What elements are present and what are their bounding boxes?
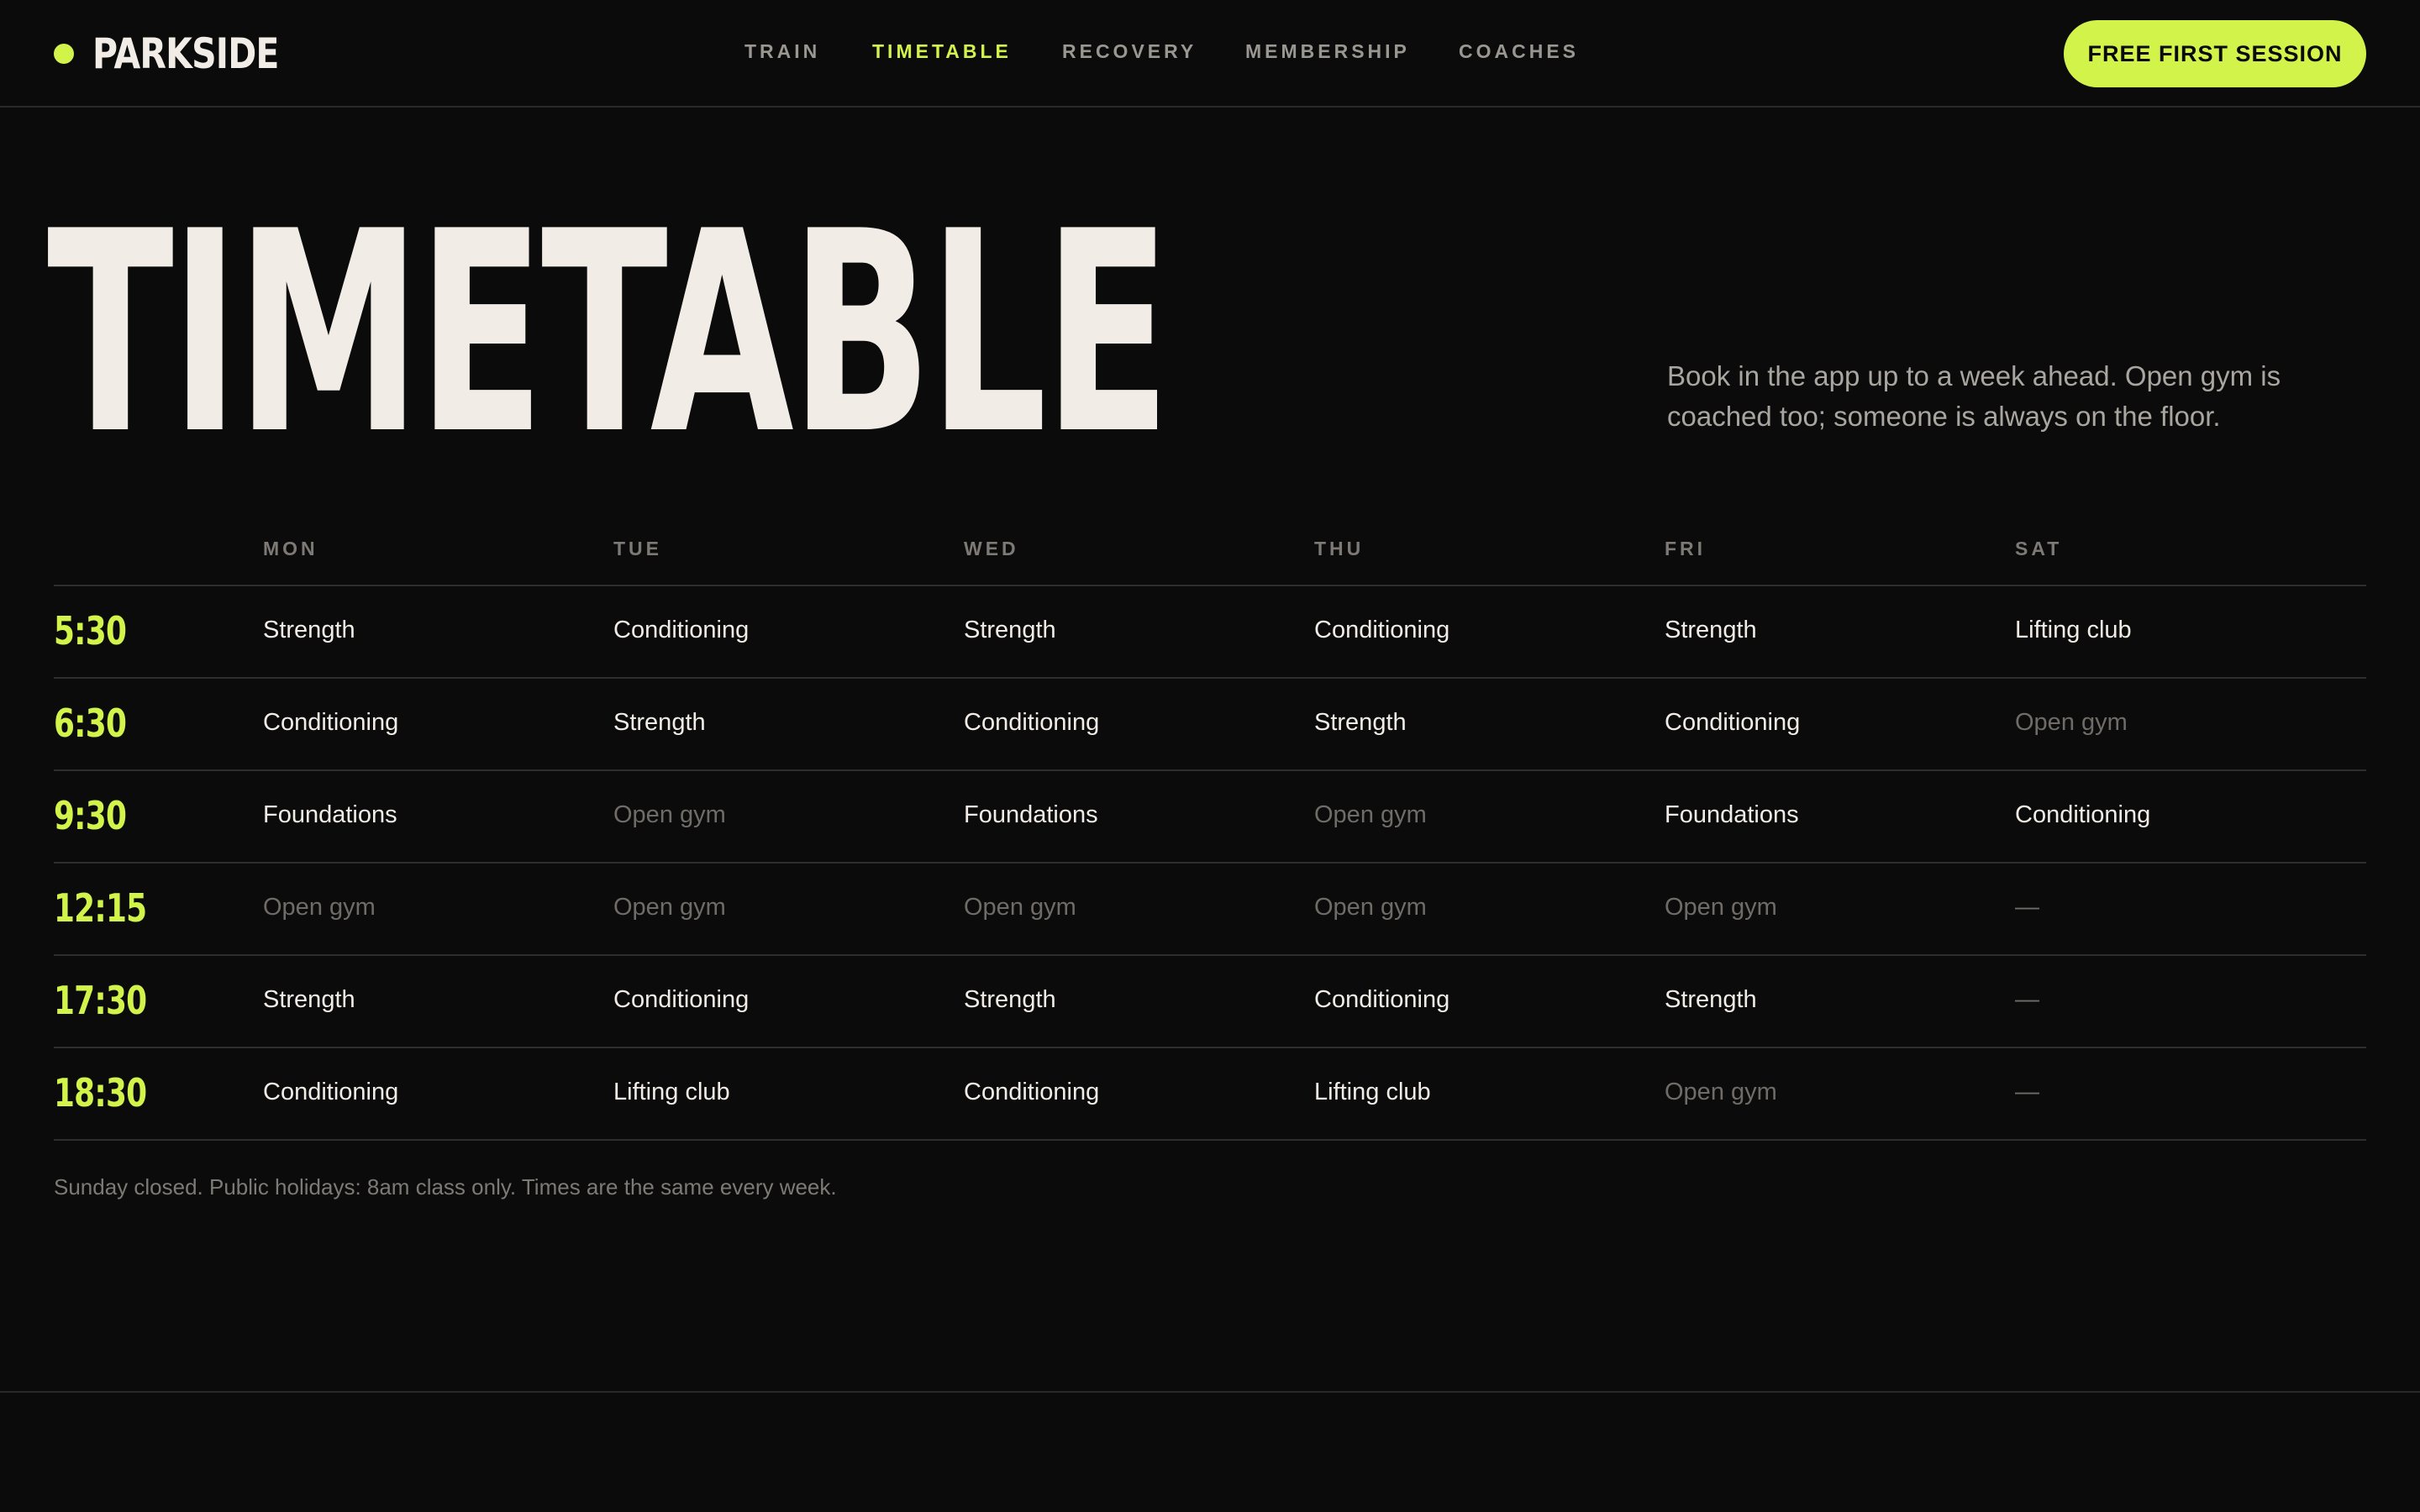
class-cell[interactable]: Conditioning	[1314, 986, 1449, 1014]
timetable-header-row: MON TUE WED THU FRI SAT	[54, 524, 2366, 586]
class-cell[interactable]: Lifting club	[2015, 617, 2132, 644]
class-cell[interactable]: Open gym	[1665, 1079, 1777, 1106]
class-cell[interactable]: Conditioning	[1314, 617, 1449, 644]
class-cell[interactable]: Conditioning	[613, 986, 749, 1014]
page-title: TIMETABLE	[47, 172, 1171, 495]
time-slot: 17:30	[54, 978, 147, 1023]
class-cell[interactable]: Lifting club	[613, 1079, 730, 1106]
table-row: 18:30 Conditioning Lifting club Conditio…	[54, 1048, 2366, 1141]
class-cell: —	[2015, 986, 2039, 1013]
class-cell: —	[2015, 1079, 2039, 1105]
table-row: 17:30 Strength Conditioning Strength Con…	[54, 956, 2366, 1048]
class-cell[interactable]: Foundations	[964, 801, 1098, 829]
class-cell[interactable]: Strength	[964, 617, 1056, 644]
day-header-fri: FRI	[1665, 538, 1707, 559]
nav-item-coaches[interactable]: COACHES	[1459, 40, 1579, 63]
class-cell[interactable]: Conditioning	[2015, 801, 2150, 829]
class-cell[interactable]: Strength	[1665, 617, 1757, 644]
day-header-tue: TUE	[613, 538, 662, 559]
class-cell[interactable]: Open gym	[613, 801, 726, 829]
class-cell[interactable]: Strength	[1665, 986, 1757, 1014]
time-slot: 6:30	[54, 701, 127, 746]
brand-logo[interactable]: PARKSIDE	[54, 25, 319, 82]
section-divider	[0, 1391, 2420, 1393]
nav-item-train[interactable]: TRAIN	[744, 40, 820, 63]
class-cell[interactable]: Conditioning	[263, 1079, 398, 1106]
class-cell[interactable]: Strength	[263, 986, 355, 1014]
class-cell[interactable]: Open gym	[613, 894, 726, 921]
class-cell[interactable]: Conditioning	[964, 709, 1099, 737]
nav-item-timetable[interactable]: TIMETABLE	[872, 40, 1012, 63]
time-slot: 12:15	[54, 885, 147, 931]
class-cell[interactable]: Open gym	[1314, 801, 1427, 829]
class-cell[interactable]: Open gym	[1314, 894, 1427, 921]
class-cell[interactable]: Open gym	[1665, 894, 1777, 921]
table-row: 5:30 Strength Conditioning Strength Cond…	[54, 586, 2366, 679]
site-header: PARKSIDE TRAIN TIMETABLE RECOVERY MEMBER…	[0, 0, 2420, 108]
class-cell[interactable]: Foundations	[1665, 801, 1799, 829]
free-first-session-button[interactable]: FREE FIRST SESSION	[2064, 20, 2366, 87]
class-cell[interactable]: Open gym	[2015, 709, 2128, 737]
class-cell[interactable]: Strength	[964, 986, 1056, 1014]
table-row: 12:15 Open gym Open gym Open gym Open gy…	[54, 864, 2366, 956]
table-row: 9:30 Foundations Open gym Foundations Op…	[54, 771, 2366, 864]
day-header-mon: MON	[263, 538, 318, 559]
nav-item-recovery[interactable]: RECOVERY	[1062, 40, 1197, 63]
time-slot: 18:30	[54, 1070, 147, 1116]
class-cell[interactable]: Open gym	[964, 894, 1076, 921]
class-cell: —	[2015, 894, 2039, 921]
class-cell[interactable]: Conditioning	[613, 617, 749, 644]
day-header-thu: THU	[1314, 538, 1365, 559]
class-cell[interactable]: Foundations	[263, 801, 397, 829]
dot-icon	[54, 44, 74, 64]
class-cell[interactable]: Strength	[613, 709, 706, 737]
page-intro: Book in the app up to a week ahead. Open…	[1667, 360, 2281, 432]
class-cell[interactable]: Conditioning	[263, 709, 398, 737]
day-header-sat: SAT	[2015, 538, 2063, 559]
class-cell[interactable]: Strength	[1314, 709, 1407, 737]
timetable-footnote: Sunday closed. Public holidays: 8am clas…	[54, 1174, 837, 1200]
time-slot: 9:30	[54, 793, 127, 838]
class-cell[interactable]: Conditioning	[1665, 709, 1800, 737]
class-cell[interactable]: Lifting club	[1314, 1079, 1431, 1106]
class-cell[interactable]: Strength	[263, 617, 355, 644]
day-header-wed: WED	[964, 538, 1019, 559]
timetable: MON TUE WED THU FRI SAT 5:30 Strength Co…	[54, 524, 2366, 1141]
time-slot: 5:30	[54, 608, 127, 654]
brand-name: PARKSIDE	[92, 29, 279, 78]
class-cell[interactable]: Open gym	[263, 894, 376, 921]
main-nav: TRAIN TIMETABLE RECOVERY MEMBERSHIP COAC…	[0, 0, 2420, 108]
table-row: 6:30 Conditioning Strength Conditioning …	[54, 679, 2366, 771]
nav-item-membership[interactable]: MEMBERSHIP	[1245, 40, 1410, 63]
class-cell[interactable]: Conditioning	[964, 1079, 1099, 1106]
